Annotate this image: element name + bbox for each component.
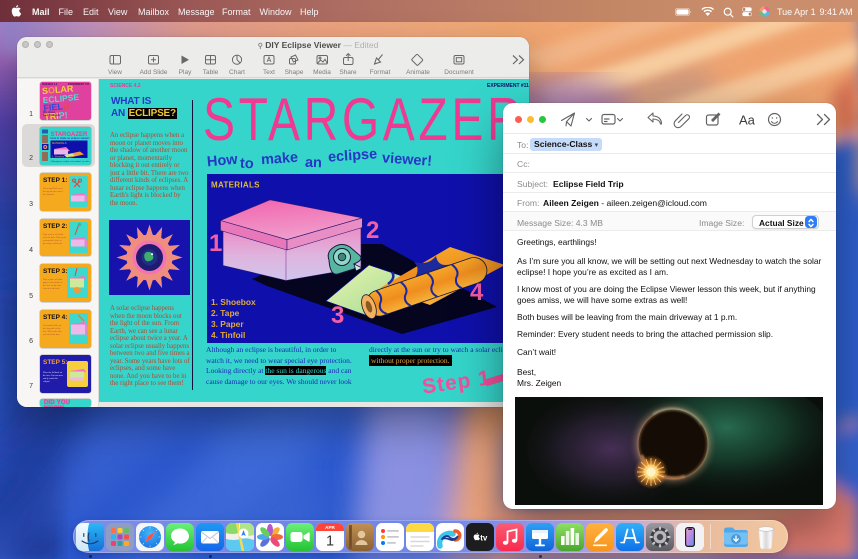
svg-text:2: 2 xyxy=(366,217,379,244)
svg-text:3. Paper: 3. Paper xyxy=(211,319,244,329)
svg-text:STEP 5:: STEP 5: xyxy=(43,359,67,366)
svg-text:STEP 4:: STEP 4: xyxy=(43,314,67,321)
svg-text:MATERIALS: MATERIALS xyxy=(211,181,260,190)
svg-text:2. Tape: 2. Tape xyxy=(211,308,240,318)
svg-text:safely watch the: safely watch the xyxy=(43,377,58,380)
svg-text:a pin-prick a hole in: a pin-prick a hole in xyxy=(43,240,62,242)
svg-text:APR: APR xyxy=(325,525,335,530)
svg-text:1. Shoebox 2. Tape: 1. Shoebox 2. Tape xyxy=(52,156,73,159)
svg-text:you will look into.: you will look into. xyxy=(43,334,60,336)
svg-text:the box. You can now: the box. You can now xyxy=(43,375,63,377)
svg-text:over the hole. Then poke: over the hole. Then poke xyxy=(43,237,66,239)
svg-text:tv: tv xyxy=(480,533,488,542)
svg-text:the center of the foil.: the center of the foil. xyxy=(43,242,63,245)
svg-text:the long side of the: the long side of the xyxy=(43,327,61,330)
svg-text:Place the lid back on: Place the lid back on xyxy=(43,372,63,374)
svg-text:paper to the inside of: paper to the inside of xyxy=(43,281,63,284)
svg-text:Although an eclipse is beautif: Although an eclipse is beautiful, in ord… xyxy=(51,160,90,163)
svg-text:STEP 1:: STEP 1: xyxy=(43,177,67,184)
svg-text:the shoebox.: the shoebox. xyxy=(43,194,55,196)
svg-text:MATERIALS: MATERIALS xyxy=(52,141,67,145)
svg-text:4: 4 xyxy=(470,279,484,306)
svg-text:Tape a piece of white: Tape a piece of white xyxy=(43,278,63,281)
svg-text:3: 3 xyxy=(331,302,344,329)
svg-text:1. Shoebox: 1. Shoebox xyxy=(211,297,256,307)
svg-text:How to make an eclipse viewer!: How to make an eclipse viewer! xyxy=(51,136,90,140)
svg-text:eclipse!: eclipse! xyxy=(43,381,50,383)
svg-text:STEP 3:: STEP 3: xyxy=(43,268,67,275)
svg-text:Cut a small hole near: Cut a small hole near xyxy=(43,188,63,190)
svg-text:4. Tinfoil: 4. Tinfoil xyxy=(211,330,245,340)
svg-text:Tape a piece of tinfoil: Tape a piece of tinfoil xyxy=(43,233,63,236)
svg-text:STEP 2:: STEP 2: xyxy=(43,223,67,230)
svg-text:closest to the hole.: closest to the hole. xyxy=(43,288,61,290)
svg-text:box. This is the hole: box. This is the hole xyxy=(43,331,62,333)
svg-text:the box, on the side: the box, on the side xyxy=(43,285,61,287)
svg-text:Aa: Aa xyxy=(739,113,756,128)
svg-text:Cut another hole on: Cut another hole on xyxy=(43,325,62,327)
svg-text:1: 1 xyxy=(209,230,222,257)
svg-text:1: 1 xyxy=(326,533,334,549)
svg-text:the top on one end of: the top on one end of xyxy=(43,190,63,193)
